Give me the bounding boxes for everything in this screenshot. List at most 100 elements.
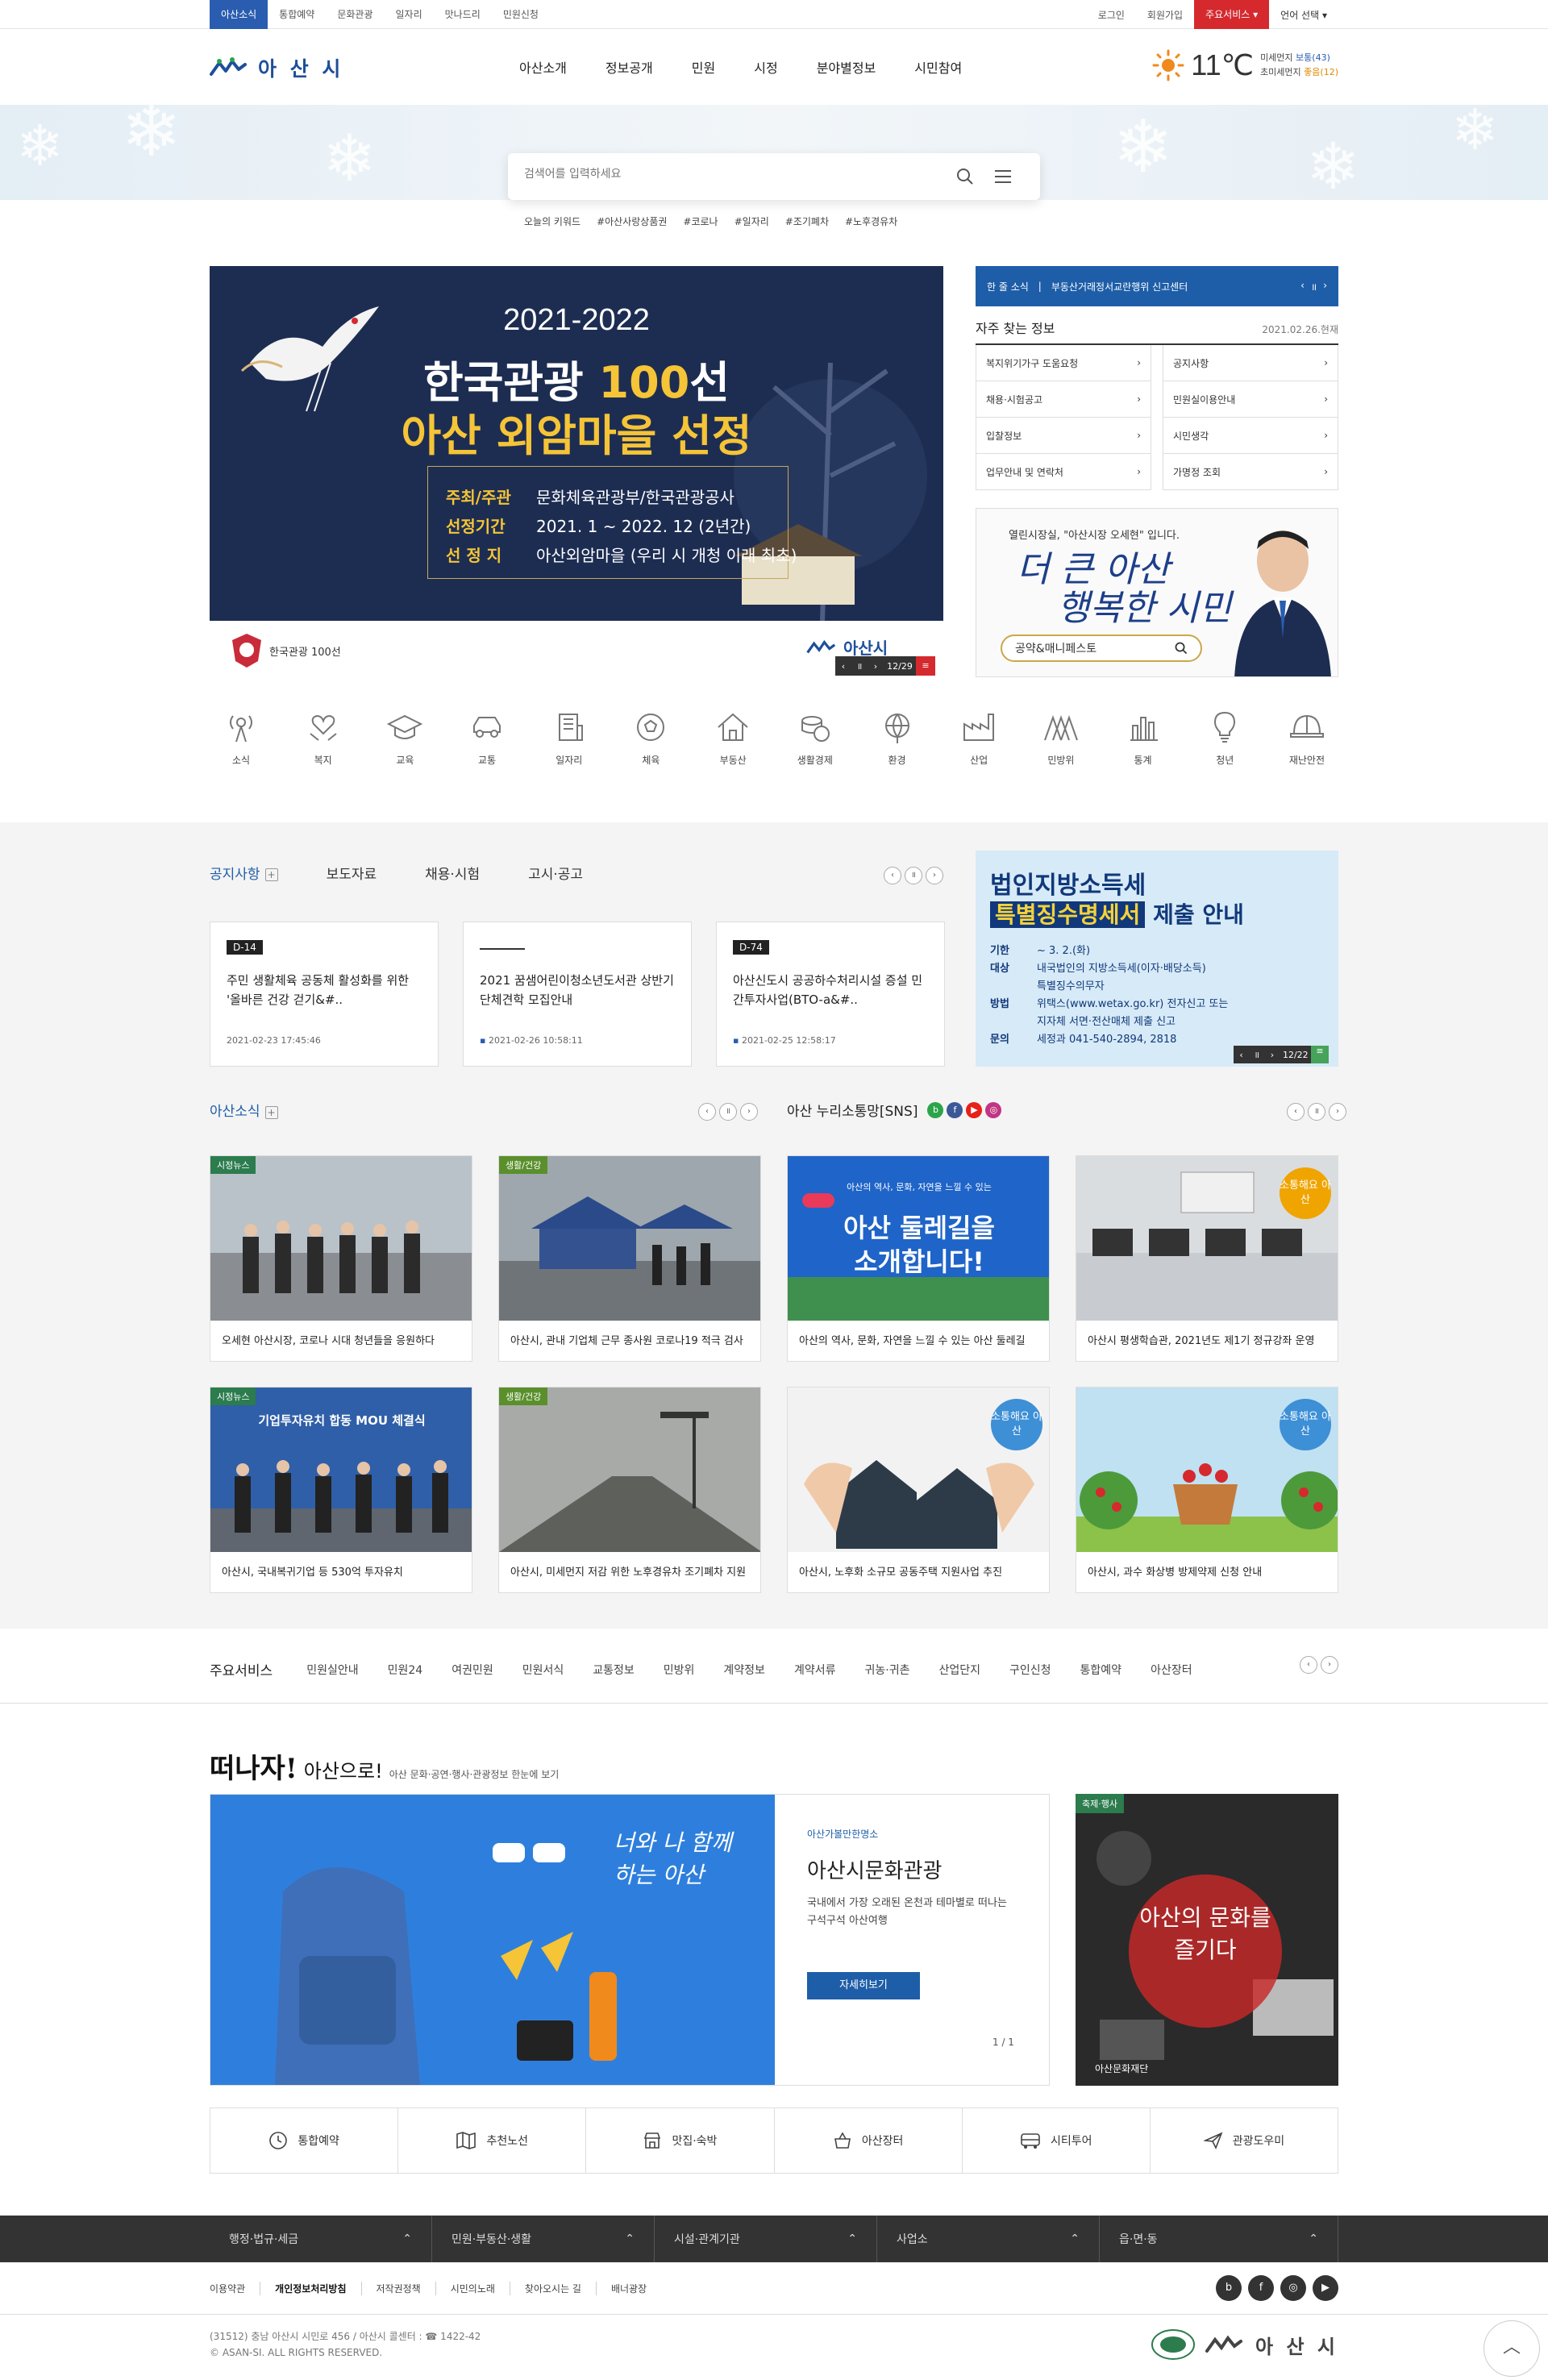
news-card[interactable]: 생활/건강 아산시, 미세먼지 저감 위한 노후경유차 조기폐차 지원 xyxy=(498,1387,761,1593)
next-icon[interactable]: › xyxy=(740,1103,758,1121)
category-sports[interactable]: 체육 xyxy=(619,709,682,767)
service-link[interactable]: 계약서류 xyxy=(794,1662,836,1678)
notice-card[interactable]: 2021 꿈샘어린이청소년도서관 상반기 단체견학 모집안내 ▪ 2021-02… xyxy=(463,922,692,1067)
quick-link-routes[interactable]: 추천노선 xyxy=(398,2108,587,2173)
search-icon[interactable] xyxy=(956,168,974,185)
main-banner[interactable]: 2021-2022 한국관광 100선 아산 외암마을 선정 주최/주관 문화체육… xyxy=(210,266,943,621)
next-icon[interactable]: › xyxy=(868,661,884,672)
footer-menu-item[interactable]: 민원·부동산·생활 ⌃ xyxy=(432,2216,655,2262)
festival-banner[interactable]: 축제·행사 아산의 문화를 즐기다 아산문화재단 xyxy=(1076,1794,1338,2086)
sns-card[interactable]: 소통해요 아산 아산시, 과수 화상병 방제약제 신청 안내 xyxy=(1076,1387,1338,1593)
site-tab-news[interactable]: 아산소식 xyxy=(210,0,268,29)
one-line-news[interactable]: 한 줄 소식 | 부동산거래정서교란행위 신고센터 ‹ ॥ › xyxy=(976,266,1338,306)
favorite-item[interactable]: 민원실이용안내 › xyxy=(1163,381,1338,418)
grid-view-icon[interactable]: ≡ xyxy=(916,656,935,676)
category-industry[interactable]: 산업 xyxy=(947,709,1010,767)
service-link[interactable]: 민원24 xyxy=(388,1662,423,1678)
instagram-icon[interactable]: ◎ xyxy=(985,1101,1002,1118)
footer-menu-item[interactable]: 사업소 ⌃ xyxy=(877,2216,1100,2262)
instagram-icon[interactable]: ◎ xyxy=(1280,2275,1306,2301)
quick-link-reservation[interactable]: 통합예약 xyxy=(210,2108,399,2173)
category-civil-defense[interactable]: 민방위 xyxy=(1030,709,1092,767)
nav-policy[interactable]: 시정 xyxy=(734,57,797,77)
favorite-item[interactable]: 시민생각 › xyxy=(1163,418,1338,454)
prev-icon[interactable]: ‹ xyxy=(1300,280,1305,293)
join-link[interactable]: 회원가입 xyxy=(1136,8,1194,22)
quick-link-food[interactable]: 맛집·숙박 xyxy=(586,2108,775,2173)
category-economy[interactable]: 생활경제 xyxy=(784,709,847,767)
blog-icon[interactable]: b xyxy=(927,1101,944,1118)
plus-icon[interactable]: + xyxy=(264,1106,278,1119)
asan-logo[interactable]: 아 산 시 xyxy=(210,53,343,82)
footer-menu-item[interactable]: 읍·면·동 ⌃ xyxy=(1100,2216,1338,2262)
prev-icon[interactable]: ‹ xyxy=(1300,1656,1317,1674)
news-card[interactable]: 생활/건강 아산시, 관내 기업체 근무 종사원 코로나19 적극 검사 xyxy=(498,1155,761,1362)
pause-icon[interactable]: ॥ xyxy=(1308,1103,1325,1121)
mayor-banner[interactable]: 열린시장실, "아산시장 오세현" 입니다. 더 큰 아산 행복한 시민 공약&매… xyxy=(976,508,1338,677)
quick-link-guide[interactable]: 관광도우미 xyxy=(1151,2108,1338,2173)
next-icon[interactable]: › xyxy=(1329,1103,1346,1121)
category-education[interactable]: 교육 xyxy=(373,709,436,767)
tour-feature[interactable]: 너와 나 함께하는 아산 아산가볼만한명소 아산시문화관광 국내에서 가장 오래… xyxy=(210,1794,1050,2086)
service-link[interactable]: 교통정보 xyxy=(593,1662,635,1678)
pause-icon[interactable]: ॥ xyxy=(905,867,922,884)
pause-icon[interactable]: ॥ xyxy=(851,660,868,672)
footer-link-privacy[interactable]: 개인정보처리방침 xyxy=(260,2281,362,2295)
asan-news-title[interactable]: 아산소식 + xyxy=(210,1100,278,1120)
service-link[interactable]: 여권민원 xyxy=(452,1662,493,1678)
prev-icon[interactable]: ‹ xyxy=(884,867,901,884)
news-card[interactable]: 시정뉴스 오세현 아산시장, 코로나 시대 청년들을 응원하다 xyxy=(210,1155,472,1362)
facebook-icon[interactable]: f xyxy=(1248,2275,1274,2301)
footer-menu-item[interactable]: 행정·법규·세금 ⌃ xyxy=(210,2216,432,2262)
keyword-link[interactable]: #노후경유차 xyxy=(845,214,897,228)
notice-card[interactable]: D-74 아산신도시 공공하수처리시설 증설 민간투자사업(BTO-a&#.. … xyxy=(716,922,945,1067)
category-environment[interactable]: 환경 xyxy=(866,709,929,767)
service-link[interactable]: 민원실안내 xyxy=(306,1662,358,1678)
sns-card[interactable]: 아산의 역사, 문화, 자연을 느낄 수 있는 아산 둘레길을 소개합니다! 아… xyxy=(787,1155,1050,1362)
favorite-item[interactable]: 복지위기가구 도움요청 › xyxy=(976,345,1151,381)
category-news[interactable]: 소식 xyxy=(210,709,273,767)
footer-link[interactable]: 배너광장 xyxy=(597,2282,661,2295)
youtube-icon[interactable]: ▶ xyxy=(1313,2275,1338,2301)
category-safety[interactable]: 재난안전 xyxy=(1275,709,1338,767)
category-jobs[interactable]: 일자리 xyxy=(538,709,601,767)
prev-icon[interactable]: ‹ xyxy=(1234,1050,1249,1060)
next-icon[interactable]: › xyxy=(926,867,943,884)
category-welfare[interactable]: 복지 xyxy=(292,709,355,767)
blog-icon[interactable]: b xyxy=(1216,2275,1242,2301)
category-realestate[interactable]: 부동산 xyxy=(701,709,764,767)
grid-view-icon[interactable]: ≡ xyxy=(1311,1046,1330,1063)
tab-notice[interactable]: 공지사항 + xyxy=(210,863,278,883)
news-card[interactable]: 기업투자유치 합동 MOU 체결식 시정뉴스 아산시, 국내복귀기업 등 530… xyxy=(210,1387,472,1593)
favorite-item[interactable]: 공지사항 › xyxy=(1163,345,1338,381)
quick-link-citytour[interactable]: 시티투어 xyxy=(963,2108,1151,2173)
prev-icon[interactable]: ‹ xyxy=(1287,1103,1305,1121)
service-link[interactable]: 산업단지 xyxy=(938,1662,980,1678)
pause-icon[interactable]: ॥ xyxy=(1249,1049,1264,1061)
keyword-link[interactable]: #조기폐차 xyxy=(785,214,829,228)
favorite-item[interactable]: 가명정 조회 › xyxy=(1163,454,1338,490)
service-link[interactable]: 귀농·귀촌 xyxy=(864,1662,909,1678)
menu-icon[interactable] xyxy=(995,169,1011,184)
quick-link-market[interactable]: 아산장터 xyxy=(775,2108,963,2173)
scroll-top-button[interactable]: ︿ xyxy=(1484,2320,1540,2377)
tab-press[interactable]: 보도자료 xyxy=(327,863,377,883)
login-link[interactable]: 로그인 xyxy=(1087,8,1136,22)
category-youth[interactable]: 청년 xyxy=(1193,709,1256,767)
footer-link[interactable]: 시민의노래 xyxy=(436,2281,510,2295)
footer-link[interactable]: 이용약관 xyxy=(210,2281,261,2295)
service-link[interactable]: 계약정보 xyxy=(723,1662,765,1678)
nav-info[interactable]: 정보공개 xyxy=(586,57,672,77)
nav-about[interactable]: 아산소개 xyxy=(500,57,586,77)
prev-icon[interactable]: ‹ xyxy=(698,1103,716,1121)
notice-card[interactable]: D-14 주민 생활체육 공동체 활성화를 위한 '올바른 건강 걷기&#.. … xyxy=(210,922,439,1067)
site-tab-civil[interactable]: 민원신청 xyxy=(492,0,550,29)
nav-civil[interactable]: 민원 xyxy=(672,57,734,77)
sns-card[interactable]: 소통해요 아산 아산시, 노후화 소규모 공동주택 지원사업 추진 xyxy=(787,1387,1050,1593)
site-tab-tourism[interactable]: 문화관광 xyxy=(326,0,384,29)
nav-participation[interactable]: 시민참여 xyxy=(895,57,981,77)
service-link[interactable]: 아산장터 xyxy=(1151,1662,1192,1678)
favorite-item[interactable]: 입찰정보 › xyxy=(976,418,1151,454)
site-tab-reservation[interactable]: 통합예약 xyxy=(268,0,326,29)
facebook-icon[interactable]: f xyxy=(947,1101,963,1118)
